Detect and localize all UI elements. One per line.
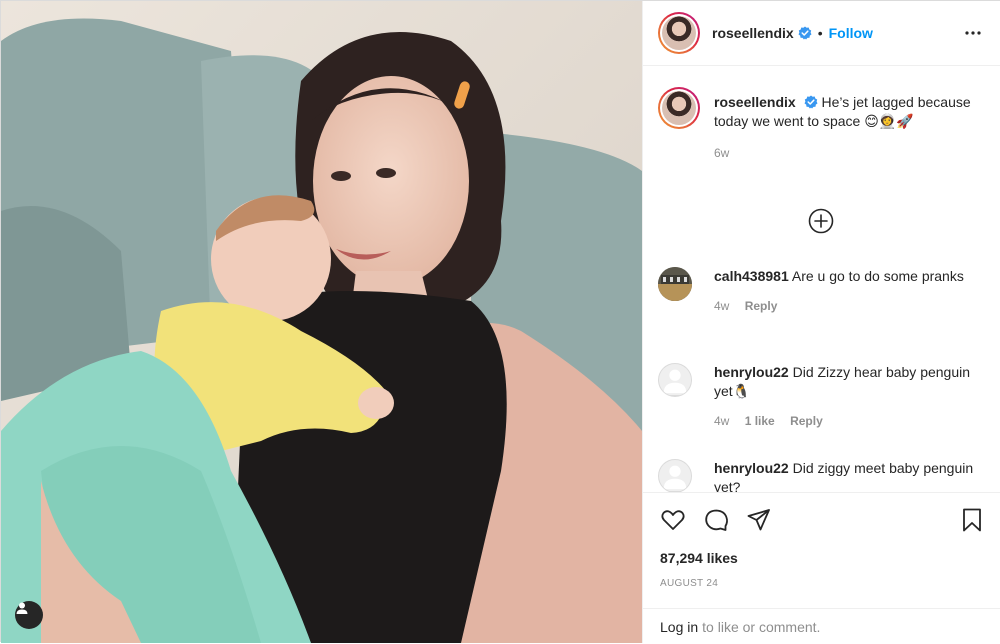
user-tag-icon[interactable] [15,601,43,629]
caption-username[interactable]: roseellendix [714,94,796,110]
photo-illustration [1,1,642,643]
comments-list[interactable]: roseellendix He’s jet lagged because tod… [643,67,1000,492]
verified-badge-icon [804,95,818,109]
post-date[interactable]: AUGUST 24 [660,578,718,589]
likes-count[interactable]: 87,294 likes [660,550,738,566]
comment-row: henrylou22 Did ziggy meet baby penguin y… [658,459,988,492]
comment-username[interactable]: calh438981 [714,268,789,284]
comment-age[interactable]: 4w [714,414,729,428]
comment-bubble-icon[interactable] [703,507,729,533]
caption-age[interactable]: 6w [714,146,729,160]
commenter-avatar[interactable] [658,363,692,397]
comment-row: calh438981 Are u go to do some pranks 4w… [658,267,988,347]
heart-icon[interactable] [660,507,686,533]
comment-age[interactable]: 4w [714,299,729,313]
comment-username[interactable]: henrylou22 [714,460,789,476]
follow-button[interactable]: Follow [829,25,873,41]
paper-plane-icon[interactable] [746,507,772,533]
post-photo[interactable] [1,1,642,643]
verified-badge-icon [798,26,812,40]
post-header: roseellendix • Follow [643,1,1000,66]
login-prompt: Log in to like or comment. [643,608,1000,644]
post-actions: 87,294 likes AUGUST 24 Log in to like or… [643,492,1000,643]
author-username[interactable]: roseellendix [712,25,794,41]
login-prompt-text: to like or comment. [702,618,821,635]
commenter-avatar[interactable] [658,459,692,492]
caption-row: roseellendix He’s jet lagged because tod… [658,87,988,187]
login-link[interactable]: Log in [660,619,698,635]
commenter-avatar[interactable] [658,267,692,301]
bookmark-icon[interactable] [959,507,985,533]
comment-row: henrylou22 Did Zizzy hear baby penguin y… [658,363,988,443]
reply-button[interactable]: Reply [790,414,823,428]
post-side-panel: roseellendix • Follow roseellendix He’s … [642,1,1000,643]
reply-button[interactable]: Reply [745,299,778,313]
comment-username[interactable]: henrylou22 [714,364,789,380]
post-modal: roseellendix • Follow roseellendix He’s … [0,0,1000,643]
caption-avatar[interactable] [658,87,700,129]
author-avatar[interactable] [658,12,700,54]
plus-circle-icon[interactable] [808,208,834,234]
separator-dot: • [817,25,823,41]
comment-likes[interactable]: 1 like [745,414,775,428]
more-options-icon[interactable] [963,23,983,43]
comment-text: Are u go to do some pranks [791,268,964,284]
